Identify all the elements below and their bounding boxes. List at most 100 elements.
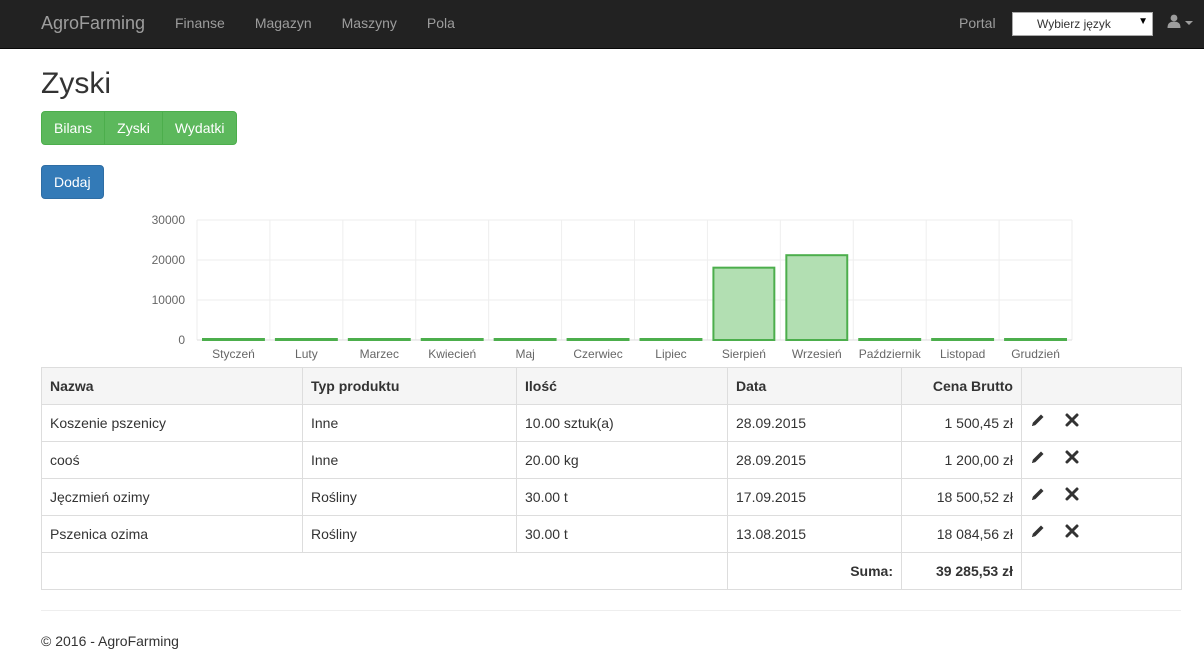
pencil-icon[interactable] [1030, 486, 1046, 502]
profit-chart: 0 10000 20000 30000 Styczeń Luty Marzec Kwiecie… [41, 206, 1181, 366]
profit-table: Nazwa Typ produktu Ilość Data Cena Brutt… [41, 367, 1182, 590]
bar[interactable] [274, 338, 338, 341]
cell-date: 13.08.2015 [727, 515, 902, 553]
cell-name: Pszenica ozima [41, 515, 303, 553]
y-tick-label: 20000 [152, 253, 186, 267]
nav-link-portal[interactable]: Portal [959, 15, 996, 31]
cell-price: 1 200,00 zł [901, 441, 1022, 479]
cell-quantity: 30.00 t [516, 478, 728, 516]
cell-price: 18 084,56 zł [901, 515, 1022, 553]
bar[interactable] [785, 254, 849, 341]
page-title: Zyski [41, 67, 111, 100]
finance-tabs: Bilans Zyski Wydatki [41, 111, 238, 145]
cell-quantity: 30.00 t [516, 515, 728, 553]
cell-type: Inne [302, 441, 517, 479]
sum-row-actions [1021, 552, 1182, 590]
y-tick-label: 0 [178, 333, 185, 347]
footer-divider [41, 610, 1181, 611]
table-row: Pszenica ozima Rośliny 30.00 t 13.08.2015 18… [41, 515, 1182, 553]
cell-name: cooś [41, 441, 303, 479]
sum-label: Suma: [727, 552, 902, 590]
nav-link-magazyn[interactable]: Magazyn [240, 0, 327, 48]
close-icon[interactable] [1064, 412, 1080, 428]
x-tick-label: Październik [859, 347, 922, 361]
cell-date: 28.09.2015 [727, 404, 902, 442]
select-arrow-icon: ▼ [1138, 16, 1148, 27]
nav-links: Finanse Magazyn Maszyny Pola [160, 0, 470, 48]
language-select[interactable]: Wybierz język ▼ [1012, 12, 1153, 36]
bar[interactable] [420, 338, 484, 341]
x-tick-label: Maj [515, 347, 534, 361]
table-row: cooś Inne 20.00 kg 28.09.2015 1 200,00 zł [41, 441, 1182, 479]
header-cena-brutto[interactable]: Cena Brutto [901, 367, 1022, 405]
bar[interactable] [493, 338, 557, 341]
cell-date: 17.09.2015 [727, 478, 902, 516]
cell-actions [1021, 441, 1182, 479]
x-tick-label: Kwiecień [428, 347, 476, 361]
bar[interactable] [566, 338, 630, 341]
footer-copyright: © 2016 - AgroFarming [41, 633, 179, 649]
table-row: Koszenie pszenicy Inne 10.00 sztuk(a) 28.09… [41, 404, 1182, 442]
bar[interactable] [931, 338, 995, 341]
navbar: AgroFarming Finanse Magazyn Maszyny Pola… [0, 0, 1204, 49]
cell-quantity: 10.00 sztuk(a) [516, 404, 728, 442]
header-typ-produktu[interactable]: Typ produktu [302, 367, 517, 405]
user-menu-toggle[interactable] [1167, 14, 1197, 34]
cell-name: Koszenie pszenicy [41, 404, 303, 442]
cell-name: Jęczmień ozimy [41, 478, 303, 516]
cell-actions [1021, 478, 1182, 516]
pencil-icon[interactable] [1030, 412, 1046, 428]
cell-type: Rośliny [302, 478, 517, 516]
tab-bilans[interactable]: Bilans [41, 111, 106, 145]
cell-type: Rośliny [302, 515, 517, 553]
profit-table-wrap: Nazwa Typ produktu Ilość Data Cena Brutt… [41, 367, 1182, 590]
x-tick-label: Listopad [940, 347, 985, 361]
bar[interactable] [858, 338, 922, 341]
x-tick-label: Marzec [360, 347, 399, 361]
x-tick-label: Grudzień [1011, 347, 1060, 361]
pencil-icon[interactable] [1030, 449, 1046, 465]
cell-price: 1 500,45 zł [901, 404, 1022, 442]
close-icon[interactable] [1064, 486, 1080, 502]
sum-row-empty [41, 552, 728, 590]
sum-value: 39 285,53 zł [901, 552, 1022, 590]
x-tick-label: Styczeń [212, 347, 255, 361]
header-data[interactable]: Data [727, 367, 902, 405]
table-header-row: Nazwa Typ produktu Ilość Data Cena Brutt… [41, 367, 1182, 405]
brand-link[interactable]: AgroFarming [41, 13, 145, 34]
pencil-icon[interactable] [1030, 523, 1046, 539]
nav-link-finanse[interactable]: Finanse [160, 0, 240, 48]
table-row: Jęczmień ozimy Rośliny 30.00 t 17.09.2015 18… [41, 478, 1182, 516]
cell-quantity: 20.00 kg [516, 441, 728, 479]
close-icon[interactable] [1064, 449, 1080, 465]
bar-chart: 0 10000 20000 30000 Styczeń Luty Marzec Kwiecie… [152, 213, 1073, 361]
header-ilosc[interactable]: Ilość [516, 367, 728, 405]
x-tick-label: Luty [295, 347, 318, 361]
x-tick-label: Sierpień [722, 347, 766, 361]
bar[interactable] [202, 338, 265, 341]
nav-link-pola[interactable]: Pola [412, 0, 470, 48]
add-button[interactable]: Dodaj [41, 165, 104, 199]
bar[interactable] [1004, 338, 1067, 341]
header-nazwa[interactable]: Nazwa [41, 367, 303, 405]
nav-link-maszyny[interactable]: Maszyny [327, 0, 412, 48]
x-tick-label: Czerwiec [573, 347, 622, 361]
cell-type: Inne [302, 404, 517, 442]
cell-date: 28.09.2015 [727, 441, 902, 479]
bar[interactable] [347, 338, 411, 341]
caret-down-icon [1185, 21, 1193, 25]
bar[interactable] [712, 266, 776, 341]
cell-actions [1021, 515, 1182, 553]
user-icon [1167, 14, 1181, 28]
language-select-value: Wybierz język [1037, 17, 1111, 31]
x-tick-label: Wrzesień [792, 347, 842, 361]
header-actions [1021, 367, 1182, 405]
x-tick-label: Lipiec [655, 347, 686, 361]
y-tick-label: 10000 [152, 293, 186, 307]
tab-zyski[interactable]: Zyski [104, 111, 163, 145]
sum-row: Suma: 39 285,53 zł [41, 552, 1182, 590]
close-icon[interactable] [1064, 523, 1080, 539]
cell-actions [1021, 404, 1182, 442]
tab-wydatki[interactable]: Wydatki [161, 111, 238, 145]
bar[interactable] [639, 338, 703, 341]
